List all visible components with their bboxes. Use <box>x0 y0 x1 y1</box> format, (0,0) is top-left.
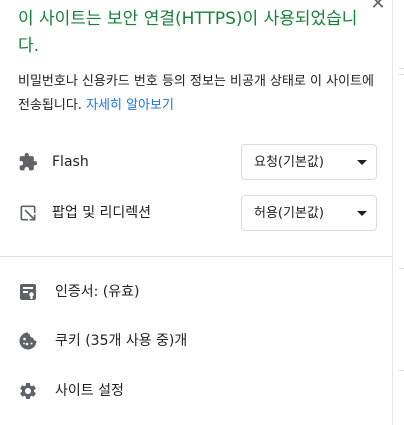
chevron-down-icon <box>357 211 367 216</box>
edge-divider <box>399 68 404 69</box>
open-in-new-icon <box>18 203 38 223</box>
certificate-row[interactable]: 인증서: (유효) <box>0 272 392 312</box>
section-divider <box>0 256 392 257</box>
site-settings-label: 사이트 설정 <box>55 383 124 399</box>
edge-divider <box>399 268 404 269</box>
flash-permission-value: 요청(기본값) <box>254 155 324 170</box>
cookies-row[interactable]: 쿠키 (35개 사용 중)개 <box>0 321 392 361</box>
security-description-text: 비밀번호나 신용카드 번호 등의 정보는 비공개 상태로 이 사이트에 전송됩니… <box>18 74 374 113</box>
certificate-label: 인증서: (유효) <box>55 284 140 300</box>
connection-secure-title: 이 사이트는 보안 연결(HTTPS)이 사용되었습니다. <box>18 9 358 56</box>
flash-permission-select[interactable]: 요청(기본값) <box>241 144 377 180</box>
certificate-icon <box>18 282 38 302</box>
site-settings-row[interactable]: 사이트 설정 <box>0 371 392 411</box>
site-info-popup: ✕ 이 사이트는 보안 연결(HTTPS)이 사용되었습니다. 비밀번호나 신용… <box>0 0 392 425</box>
popups-permission-value: 허용(기본값) <box>254 206 324 221</box>
permission-label-flash: Flash <box>52 154 89 170</box>
gear-icon <box>18 381 38 401</box>
cookie-icon <box>18 331 38 351</box>
popups-permission-select[interactable]: 허용(기본값) <box>241 195 377 231</box>
edge-divider <box>399 370 404 371</box>
permission-row-flash: Flash 요청(기본값) <box>18 144 380 180</box>
learn-more-link[interactable]: 자세히 알아보기 <box>86 98 174 113</box>
permission-label-popups: 팝업 및 리디렉션 <box>52 205 152 221</box>
permission-row-popups: 팝업 및 리디렉션 허용(기본값) <box>18 195 380 231</box>
security-description: 비밀번호나 신용카드 번호 등의 정보는 비공개 상태로 이 사이트에 전송됩니… <box>18 70 380 118</box>
edge-divider <box>399 74 404 75</box>
puzzle-icon <box>18 152 38 172</box>
cookies-label: 쿠키 (35개 사용 중)개 <box>55 333 188 349</box>
background-page-edge <box>392 0 404 425</box>
chevron-down-icon <box>357 160 367 165</box>
